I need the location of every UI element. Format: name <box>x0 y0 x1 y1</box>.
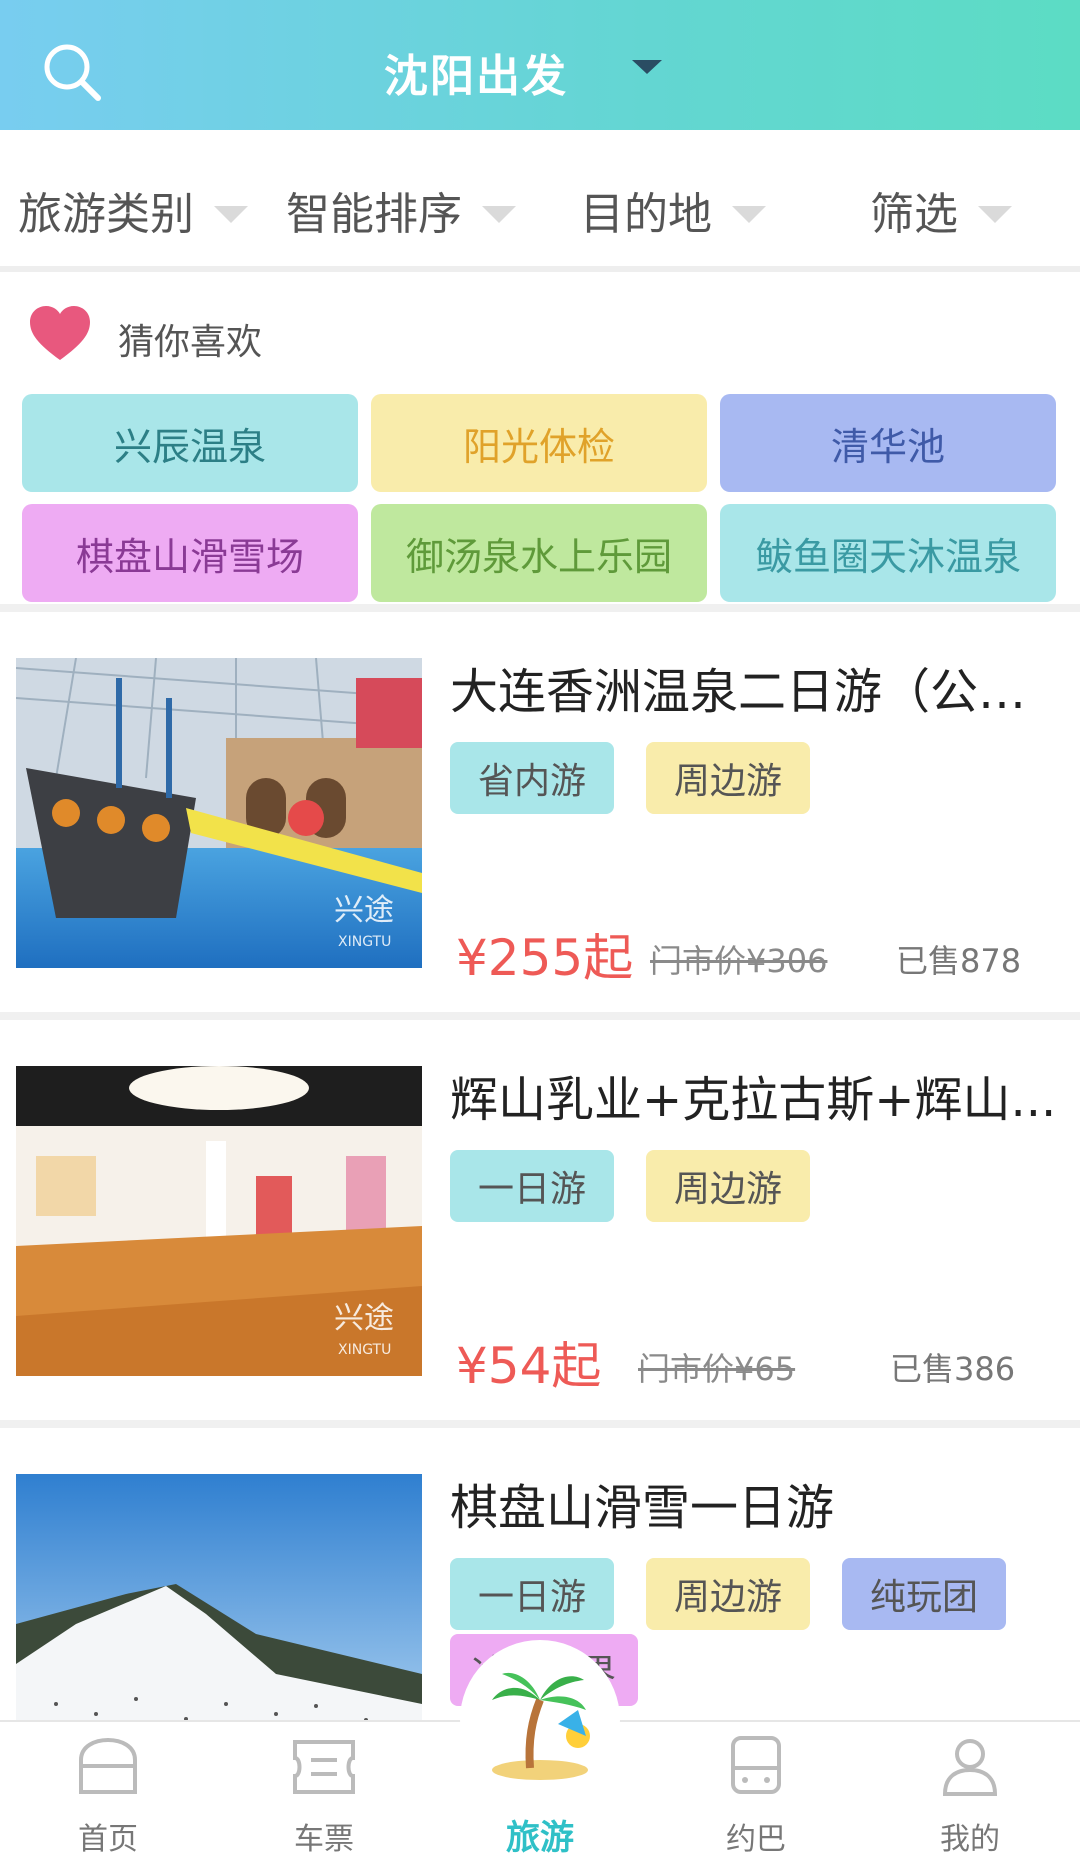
nav-travel[interactable] <box>460 1640 620 1800</box>
filter-sort-label: 智能排序 <box>286 189 462 240</box>
product-tag: 周边游 <box>646 1558 810 1630</box>
departure-city[interactable]: 沈阳出发 <box>384 40 568 104</box>
filter-destination-label: 目的地 <box>580 189 712 240</box>
tag-button[interactable]: 鲅鱼圈天沐温泉 <box>720 504 1056 602</box>
nav-mine-label: 我的 <box>940 1822 1000 1857</box>
tag-button[interactable]: 阳光体检 <box>371 394 707 492</box>
watermark: 兴途 <box>334 893 394 928</box>
filter-destination[interactable]: 目的地 <box>580 178 766 242</box>
dropdown-arrow-icon <box>978 205 1012 223</box>
watermark: 兴途 <box>334 1301 394 1336</box>
product-tag: 省内游 <box>450 742 614 814</box>
home-icon <box>79 1737 137 1794</box>
nav-ticket[interactable]: 车票 <box>254 1734 394 1858</box>
nav-travel-label: 旅游 <box>506 1818 574 1858</box>
market-price: 门市价¥65 <box>638 1350 796 1388</box>
user-icon <box>942 1739 998 1796</box>
tag-button[interactable]: 兴辰温泉 <box>22 394 358 492</box>
search-icon[interactable] <box>40 40 106 106</box>
tag-button[interactable]: 清华池 <box>720 394 1056 492</box>
product-tag: 周边游 <box>646 1150 810 1222</box>
palm-tree-icon <box>492 1672 590 1780</box>
sold-count: 已售386 <box>890 1350 1016 1388</box>
filter-screen[interactable]: 筛选 <box>870 178 1012 242</box>
watermark-en: XINGTU <box>338 1342 391 1358</box>
top-header: 沈阳出发 <box>0 0 1080 130</box>
watermark-en: XINGTU <box>338 934 391 950</box>
bus-icon <box>731 1736 781 1794</box>
product-image-exhibition-hall: 兴途 XINGTU <box>16 1066 422 1376</box>
product-title[interactable]: 辉山乳业+克拉古斯+辉山... <box>450 1060 1060 1130</box>
filter-category[interactable]: 旅游类别 <box>18 178 248 242</box>
product-tag: 周边游 <box>646 742 810 814</box>
guess-you-like-section: 猜你喜欢 兴辰温泉 阳光体检 清华池 棋盘山滑雪场 御汤泉水上乐园 鲅鱼圈天沐温… <box>0 278 1080 612</box>
travel-list-page: 沈阳出发 旅游类别 智能排序 目的地 筛选 猜你喜欢 兴辰温泉 阳光体检 清华池… <box>0 0 1080 1860</box>
nav-mine[interactable]: 我的 <box>900 1734 1040 1858</box>
nav-bus-label: 约巴 <box>726 1822 786 1857</box>
filter-screen-label: 筛选 <box>870 189 958 240</box>
dropdown-arrow-icon <box>732 205 766 223</box>
market-price: 门市价¥306 <box>650 942 828 980</box>
product-image-ski-resort <box>16 1474 422 1734</box>
product-card[interactable]: 兴途 XINGTU 辉山乳业+克拉古斯+辉山... 一日游 周边游 ¥54起 门… <box>0 1020 1080 1428</box>
nav-bus[interactable]: 约巴 <box>686 1734 826 1858</box>
filter-category-label: 旅游类别 <box>18 189 194 240</box>
product-title[interactable]: 大连香洲温泉二日游（公寓... <box>450 652 1060 722</box>
filter-bar: 旅游类别 智能排序 目的地 筛选 <box>0 130 1080 272</box>
section-title: 猜你喜欢 <box>118 322 263 363</box>
sold-count: 已售878 <box>896 942 1022 980</box>
chevron-down-icon[interactable] <box>632 60 662 74</box>
dropdown-arrow-icon <box>482 205 516 223</box>
product-card[interactable]: 兴途 XINGTU 大连香洲温泉二日游（公寓... 省内游 周边游 ¥255起 … <box>0 612 1080 1020</box>
dropdown-arrow-icon <box>214 205 248 223</box>
product-tag: 一日游 <box>450 1150 614 1222</box>
product-image-waterpark: 兴途 XINGTU <box>16 658 422 968</box>
nav-home[interactable]: 首页 <box>38 1734 178 1858</box>
tag-button[interactable]: 御汤泉水上乐园 <box>371 504 707 602</box>
product-tag: 一日游 <box>450 1558 614 1630</box>
nav-ticket-label: 车票 <box>294 1822 354 1857</box>
product-title[interactable]: 棋盘山滑雪一日游 <box>450 1468 1060 1538</box>
tag-button[interactable]: 棋盘山滑雪场 <box>22 504 358 602</box>
product-price: ¥54起 <box>456 1337 602 1395</box>
nav-home-label: 首页 <box>78 1822 138 1857</box>
product-tag: 纯玩团 <box>842 1558 1006 1630</box>
product-price: ¥255起 <box>456 929 634 987</box>
ticket-icon <box>293 1740 355 1794</box>
filter-sort[interactable]: 智能排序 <box>286 178 516 242</box>
heart-icon <box>30 306 90 360</box>
